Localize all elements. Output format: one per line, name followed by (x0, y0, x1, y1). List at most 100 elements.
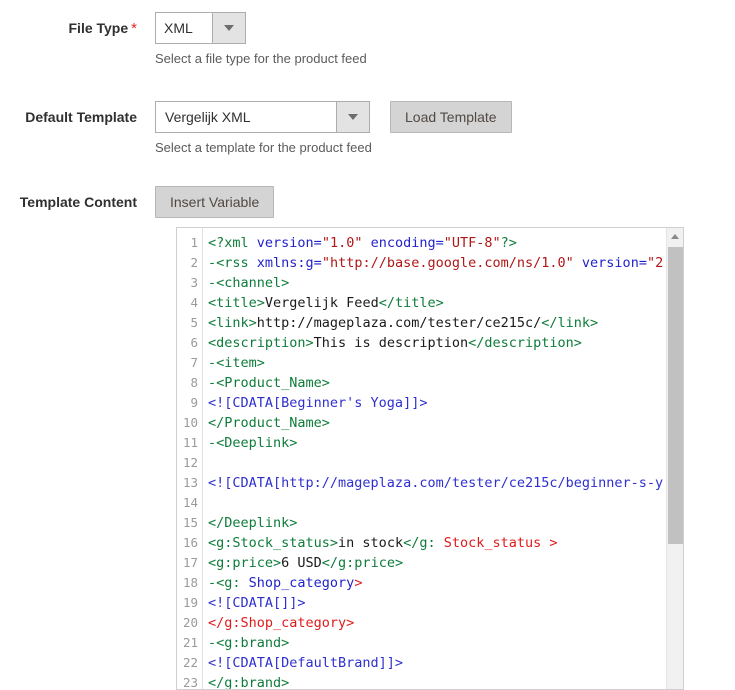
code-token: </g:brand> (208, 675, 290, 689)
code-token: Stock_status (435, 535, 550, 551)
code-token: "http://base.google.com/ns/1.0" (321, 255, 574, 271)
code-token: </title> (378, 295, 444, 311)
line-number: 4 (190, 295, 198, 310)
code-token: version= (256, 235, 322, 251)
code-token: -<g:brand> (208, 635, 290, 651)
code-line: -<g: Shop_category> (208, 573, 683, 593)
default-template-dropdown-arrow[interactable] (336, 102, 369, 132)
code-token: </g:Shop_category> (208, 615, 355, 631)
code-token: "1.0" (321, 235, 363, 251)
default-template-row: Default Template Vergelijk XML Load Temp… (0, 101, 735, 156)
code-token: <![CDATA[http://mageplaza.com/tester/ce2… (208, 475, 664, 491)
line-number: 10 (182, 415, 198, 430)
code-line: -<Product_Name> (208, 373, 683, 393)
code-line: -<rss xmlns:g="http://base.google.com/ns… (208, 253, 683, 273)
line-number: 6 (190, 335, 198, 350)
editor-vertical-scrollbar[interactable] (666, 228, 683, 689)
file-type-label-text: File Type (68, 20, 129, 36)
triangle-up-icon (671, 234, 679, 239)
default-template-select[interactable]: Vergelijk XML (155, 101, 370, 133)
code-line: </Product_Name> (208, 413, 683, 433)
code-line: <link>http://mageplaza.com/tester/ce215c… (208, 313, 683, 333)
line-number: 12 (182, 455, 198, 470)
line-number: 20 (182, 615, 198, 630)
code-line: <?xml version="1.0" encoding="UTF-8"?> (208, 233, 683, 253)
file-type-dropdown-arrow[interactable] (212, 13, 245, 43)
code-token: Vergelijk Feed (264, 295, 379, 311)
scrollbar-thumb[interactable] (668, 247, 683, 544)
line-number: 19 (182, 595, 198, 610)
file-type-select[interactable]: XML (155, 12, 246, 44)
line-number: 23 (182, 675, 198, 690)
required-asterisk: * (131, 20, 137, 37)
code-token: > (549, 535, 558, 551)
code-token: version= (581, 255, 647, 271)
code-token: This is description (313, 335, 469, 351)
line-number: 1 (190, 235, 198, 250)
line-number: 13 (182, 475, 198, 490)
line-number: 9 (190, 395, 198, 410)
file-type-hint: Select a file type for the product feed (155, 51, 367, 66)
code-token: <![CDATA[]]> (208, 595, 306, 611)
editor-line-number-gutter: 1 2 3 4 5 6 7 8 9 10 11 12 13 14 15 16 17 18 19 20 21 22 23 (177, 228, 203, 689)
line-number: 5 (190, 315, 198, 330)
scroll-up-button[interactable] (667, 228, 683, 245)
code-line: -<channel> (208, 273, 683, 293)
line-number: 11 (182, 435, 198, 450)
line-number: 2 (190, 255, 198, 270)
code-token: <description> (208, 335, 314, 351)
file-type-body: XML Select a file type for the product f… (155, 12, 367, 67)
code-line: <description>This is description</descri… (208, 333, 683, 353)
code-line: </g:brand> (208, 673, 683, 689)
code-token: -<item> (208, 355, 265, 371)
template-content-label: Template Content (19, 194, 137, 210)
code-line: <g:price>6 USD</g:price> (208, 553, 683, 573)
code-token: Shop_category (240, 575, 355, 591)
chevron-down-icon (348, 114, 358, 120)
code-token: -<Deeplink> (208, 435, 298, 451)
line-number: 3 (190, 275, 198, 290)
code-token: <![CDATA[DefaultBrand]]> (208, 655, 404, 671)
line-number: 16 (182, 535, 198, 550)
line-number: 8 (190, 375, 198, 390)
code-token: </g: (403, 535, 436, 551)
code-line: <![CDATA[Beginner's Yoga]]> (208, 393, 683, 413)
template-code-editor[interactable]: 1 2 3 4 5 6 7 8 9 10 11 12 13 14 15 16 17 18 19 20 21 22 23 <?… (176, 227, 684, 690)
file-type-selected-value: XML (156, 13, 212, 43)
code-token: ?> (500, 235, 517, 251)
code-line: -<g:brand> (208, 633, 683, 653)
code-line: <![CDATA[http://mageplaza.com/tester/ce2… (208, 473, 683, 493)
code-token: "2 (646, 255, 664, 271)
code-token: <link> (208, 315, 257, 331)
code-token: http://mageplaza.com/tester/ce215c/ (256, 315, 542, 331)
code-line: </Deeplink> (208, 513, 683, 533)
default-template-body: Vergelijk XML Load Template Select a tem… (155, 101, 512, 156)
line-number: 18 (182, 575, 198, 590)
code-token: -<rss (208, 255, 257, 271)
code-token: </link> (541, 315, 599, 331)
code-line: <![CDATA[DefaultBrand]]> (208, 653, 683, 673)
code-token: -<g: (208, 575, 241, 591)
default-template-selected-value: Vergelijk XML (156, 102, 336, 132)
line-number: 22 (182, 655, 198, 670)
code-line: -<item> (208, 353, 683, 373)
code-line: </g:Shop_category> (208, 613, 683, 633)
code-token: </Product_Name> (208, 415, 330, 431)
code-token: <g:Stock_status> (208, 535, 339, 551)
line-number: 15 (182, 515, 198, 530)
code-token: xmlns:g= (256, 255, 322, 271)
default-template-label: Default Template (25, 109, 137, 125)
line-number: 7 (190, 355, 198, 370)
code-line: <![CDATA[]]> (208, 593, 683, 613)
editor-code-area[interactable]: <?xml version="1.0" encoding="UTF-8"?> -<… (203, 228, 683, 689)
code-token: <title> (208, 295, 265, 311)
file-type-label: File Type * (0, 12, 155, 45)
insert-variable-button[interactable]: Insert Variable (155, 186, 275, 218)
default-template-hint: Select a template for the product feed (155, 140, 372, 155)
code-line: -<Deeplink> (208, 433, 683, 453)
code-token: </description> (468, 335, 582, 351)
code-line: <title>Vergelijk Feed</title> (208, 293, 683, 313)
load-template-button[interactable]: Load Template (390, 101, 512, 133)
